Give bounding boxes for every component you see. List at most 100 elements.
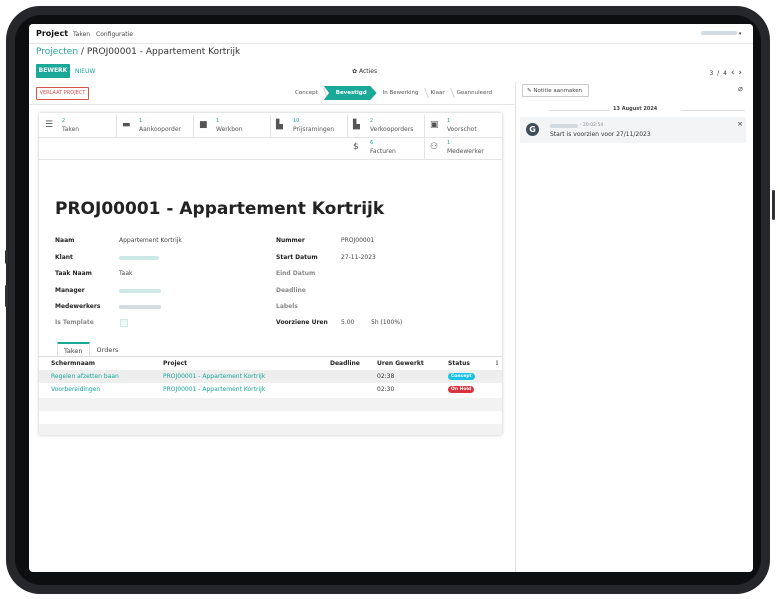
pager: 3 / 4 ‹ › <box>709 68 742 78</box>
user-menu[interactable]: ▾ <box>701 30 747 37</box>
col-deadline[interactable]: Deadline <box>330 360 360 367</box>
edit-button[interactable]: BEWERK <box>36 64 70 78</box>
chevron-left-icon[interactable]: ‹ <box>731 68 735 78</box>
smart-button-werkbon[interactable]: ■ 1 Werkbon <box>193 115 271 138</box>
stage-concept[interactable]: Concept <box>289 86 328 100</box>
chatter-date: 13 August 2024 <box>613 106 658 112</box>
smart-button-aankooporder[interactable]: ▬ 1 Aankooporder <box>116 115 194 138</box>
field-label-deadline: Deadline <box>276 287 306 294</box>
chevron-right-icon[interactable]: › <box>738 68 742 78</box>
smart-button-verkooporders[interactable]: ▙ 2 Verkooporders <box>347 115 425 138</box>
file-icon: ▙ <box>276 120 283 130</box>
screen: Project Taken Configuratie ▾ Projecten /… <box>29 24 753 572</box>
smart-buttons-divider <box>39 159 502 160</box>
header-divider <box>29 104 515 105</box>
avatar[interactable]: G <box>526 123 539 136</box>
table-row[interactable]: Voorbereidingen PROJ00001 - Appartement … <box>39 383 502 396</box>
field-value-voorziene-uren[interactable]: 5.00 <box>341 319 354 326</box>
smart-button-voorschot[interactable]: ▣ 1 Voorschot <box>424 115 502 138</box>
users-icon: ⚇ <box>430 142 439 152</box>
smart-button-taken[interactable]: ☰ 2 Taken <box>39 115 117 138</box>
record-title: PROJ00001 - Appartement Kortrijk <box>55 199 385 219</box>
caret-down-icon: ▾ <box>738 31 742 37</box>
stage-klaar[interactable]: Klaar <box>425 86 455 100</box>
status-badge: On Hold <box>448 386 475 393</box>
tab-orders[interactable]: Orders <box>90 342 126 356</box>
field-label-start-datum: Start Datum <box>276 254 318 261</box>
breadcrumb-current: PROJ00001 - Appartement Kortrijk <box>86 47 241 57</box>
briefcase-icon: ■ <box>199 120 208 130</box>
stage-geannuleerd[interactable]: Geannuleerd <box>451 86 498 100</box>
row-name[interactable]: Regelen afzetten baan <box>51 373 119 380</box>
table-row[interactable]: Regelen afzetten baan PROJ00001 - Appart… <box>39 370 502 383</box>
empty-row <box>39 398 502 411</box>
chatter-divider <box>515 82 516 572</box>
edit-note-icon: ✎ <box>527 88 532 94</box>
status-bar: Concept Bevestigd In Bewerking Klaar Gea… <box>289 86 498 100</box>
paperclip-icon[interactable]: ⌀ <box>738 84 743 93</box>
col-project[interactable]: Project <box>163 360 187 367</box>
field-value-start-datum[interactable]: 27-11-2023 <box>341 254 376 261</box>
row-name[interactable]: Voorbereidingen <box>51 386 100 393</box>
file-icon: ▙ <box>353 120 360 130</box>
log-note-label: Notitie aanmaken <box>533 88 583 94</box>
pager-value[interactable]: 3 / 4 <box>709 70 726 77</box>
gear-icon: ✿ <box>352 68 358 75</box>
field-value-klant[interactable] <box>119 255 159 262</box>
device-side-button <box>772 190 775 220</box>
breadcrumb-projecten[interactable]: Projecten <box>36 47 78 57</box>
field-value-nummer[interactable]: PROJ00001 <box>341 237 374 244</box>
empty-row <box>39 424 502 435</box>
date-separator: 13 August 2024 <box>549 106 745 114</box>
row-project[interactable]: PROJ00001 - Appartement Kortrijk <box>163 373 265 380</box>
message-time: - 20:02:54 <box>580 123 604 128</box>
field-value-voorziene-uren-progress: 5h (100%) <box>371 319 403 326</box>
field-value-manager[interactable] <box>119 288 161 295</box>
col-schermnaam[interactable]: Schermnaam <box>51 360 95 367</box>
smart-button-medewerker[interactable]: ⚇ 1 Medewerker <box>424 137 502 160</box>
row-hours: 02:30 <box>377 386 395 393</box>
menu-configuratie[interactable]: Configuratie <box>96 31 133 38</box>
breadcrumb: Projecten / PROJ00001 - Appartement Kort… <box>36 47 240 57</box>
field-label-voorziene-uren: Voorziene Uren <box>276 319 328 326</box>
money-icon: ▣ <box>430 120 439 130</box>
field-label-labels: Labels <box>276 303 298 310</box>
field-label-klant: Klant <box>55 254 73 261</box>
chatter-message: G - 20:02:54 Start is voorzien voor 27/1… <box>520 117 746 143</box>
field-label-naam: Naam <box>55 237 75 244</box>
is-template-checkbox[interactable] <box>120 319 128 327</box>
new-button[interactable]: NIEUW <box>75 68 95 75</box>
log-note-button[interactable]: ✎ Notitie aanmaken <box>522 84 589 97</box>
field-label-taak-naam: Taak Naam <box>55 270 92 277</box>
tab-taken[interactable]: Taken <box>57 342 90 356</box>
field-value-taak-naam[interactable]: Taak <box>119 270 133 277</box>
field-value-medewerkers[interactable] <box>119 304 161 311</box>
form-sheet: ☰ 2 Taken ▬ 1 Aankooporder ■ 1 Werkbon ▙… <box>39 113 502 435</box>
field-label-manager: Manager <box>55 287 85 294</box>
stage-in-bewerking[interactable]: In Bewerking <box>377 86 429 100</box>
actions-label: Acties <box>358 68 378 75</box>
credit-card-icon: ▬ <box>122 120 131 130</box>
dollar-icon: $ <box>353 142 359 152</box>
smart-button-facturen[interactable]: $ 6 Facturen <box>347 137 425 160</box>
field-label-is-template: Is Template <box>55 319 94 326</box>
leave-project-button[interactable]: VERLAAT PROJECT <box>36 87 89 100</box>
field-value-naam[interactable]: Appartement Kortrijk <box>119 237 182 244</box>
top-navbar: Project Taken Configuratie ▾ <box>29 24 753 44</box>
status-badge: Concept <box>448 373 475 380</box>
close-icon[interactable]: × <box>737 120 743 128</box>
smart-button-prijsramingen[interactable]: ▙ 10 Prijsramingen <box>270 115 348 138</box>
breadcrumb-separator: / <box>80 47 84 57</box>
menu-taken[interactable]: Taken <box>73 31 90 38</box>
column-options-icon[interactable]: ⋮ <box>494 360 500 367</box>
field-label-nummer: Nummer <box>276 237 305 244</box>
actions-dropdown[interactable]: ✿ Acties <box>352 68 377 75</box>
app-title[interactable]: Project <box>36 29 68 38</box>
stage-bevestigd[interactable]: Bevestigd <box>323 86 377 100</box>
device-side-button <box>5 250 8 264</box>
col-status[interactable]: Status <box>448 360 470 367</box>
row-hours: 02:38 <box>377 373 395 380</box>
col-uren-gewerkt[interactable]: Uren Gewerkt <box>377 360 424 367</box>
row-project[interactable]: PROJ00001 - Appartement Kortrijk <box>163 386 265 393</box>
message-author[interactable] <box>550 123 578 130</box>
